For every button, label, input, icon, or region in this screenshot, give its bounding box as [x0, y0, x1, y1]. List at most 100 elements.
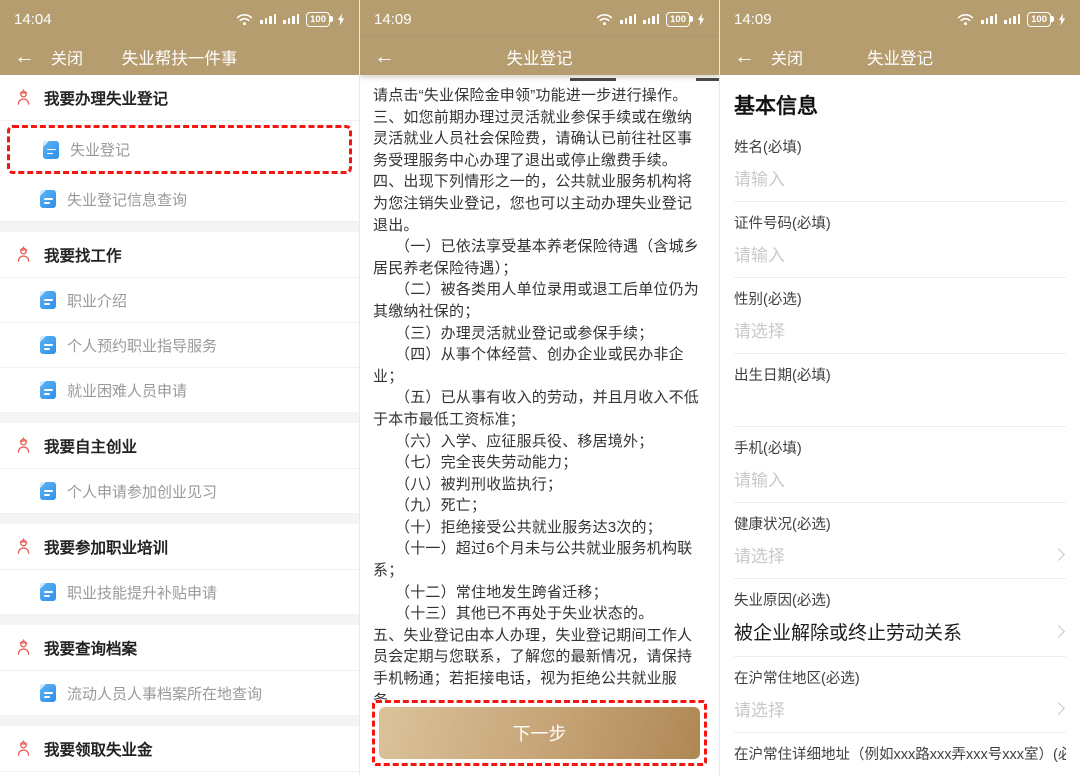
person-icon — [14, 436, 33, 455]
menu-item[interactable]: 职业技能提升补贴申请 — [0, 570, 359, 615]
service-menu-list[interactable]: 我要办理失业登记 失业登记 失业登记信息查询 我要找工作 职业介绍 个人预约职业… — [0, 75, 359, 775]
menu-section: 我要办理失业登记 失业登记 失业登记信息查询 — [0, 75, 359, 222]
menu-item[interactable]: 流动人员人事档案所在地查询 — [0, 671, 359, 716]
notice-paragraph: （九）死亡； — [373, 495, 706, 517]
field-value-row[interactable]: 请输入 — [734, 157, 1066, 202]
battery-icon: 100 — [306, 12, 330, 27]
section-header: 我要找工作 — [0, 232, 359, 278]
field-value-row[interactable]: 被企业解除或终止劳动关系 — [734, 610, 1066, 657]
menu-section: 我要找工作 职业介绍 个人预约职业指导服务 就业困难人员申请 — [0, 232, 359, 413]
menu-item[interactable]: 就业困难人员申请 — [0, 368, 359, 413]
status-icons: 100 — [596, 12, 705, 27]
field-value-row[interactable]: 请输入 — [734, 458, 1066, 503]
field-label: 健康状况(必选) — [734, 513, 1066, 534]
status-bar: 14:09 100 — [360, 0, 719, 38]
field-value-row[interactable]: 请选择 — [734, 688, 1066, 733]
section-title: 我要参加职业培训 — [44, 536, 168, 558]
notice-paragraph: 五、失业登记由本人办理，失业登记期间工作人员会定期与您联系，了解您的最新情况，请… — [373, 625, 706, 700]
menu-item[interactable]: 个人预约职业指导服务 — [0, 323, 359, 368]
next-step-button[interactable]: 下一步 — [379, 707, 700, 759]
signal-icon-2 — [283, 14, 299, 24]
wifi-icon — [236, 13, 253, 26]
nav-bar: 失业登记 ← — [360, 38, 719, 75]
notice-scroll-area[interactable]: 请点击“失业保险金申领”功能进一步进行操作。三、如您前期办理过灵活就业参保手续或… — [360, 83, 719, 700]
notice-paragraph: 三、如您前期办理过灵活就业参保手续或在缴纳灵活就业人员社会保险费，请确认已前往社… — [373, 107, 706, 172]
field-value-row[interactable] — [734, 385, 1066, 427]
menu-section: 我要领取失业金 — [0, 726, 359, 772]
section-items: 职业技能提升补贴申请 — [0, 570, 359, 615]
status-bar: 14:04 100 — [0, 0, 359, 38]
document-icon — [40, 291, 56, 309]
form-fields-list: 姓名(必填) 请输入 证件号码(必填) 请输入 性别(必选) 请选择 出生日期(… — [720, 126, 1080, 775]
basic-info-form[interactable]: 基本信息 姓名(必填) 请输入 证件号码(必填) 请输入 性别(必选) 请选择 … — [720, 75, 1080, 775]
menu-item[interactable]: 职业介绍 — [0, 278, 359, 323]
form-field: 失业原因(必选) 被企业解除或终止劳动关系 — [720, 579, 1080, 657]
field-value-row[interactable]: 请输入 — [734, 764, 1066, 775]
field-value-row[interactable]: 请输入 — [734, 233, 1066, 278]
section-separator — [0, 716, 359, 726]
back-arrow-icon[interactable]: ← — [734, 46, 755, 67]
menu-item[interactable]: 失业登记信息查询 — [0, 177, 359, 222]
section-title: 我要查询档案 — [44, 637, 137, 659]
document-icon — [40, 684, 56, 702]
section-items: 职业介绍 个人预约职业指导服务 就业困难人员申请 — [0, 278, 359, 413]
menu-item[interactable]: 个人申请参加创业见习 — [0, 469, 359, 514]
field-value-row[interactable]: 请选择 — [734, 534, 1066, 579]
wifi-icon — [596, 13, 613, 26]
section-items: 流动人员人事档案所在地查询 — [0, 671, 359, 716]
status-icons: 100 — [957, 12, 1066, 27]
close-button[interactable]: 关闭 — [51, 45, 83, 69]
notice-paragraph: （五）已从事有收入的劳动，并且月收入不低于本市最低工资标准； — [373, 387, 706, 430]
field-label: 在沪常住地区(必选) — [734, 667, 1066, 688]
notice-paragraph: 请点击“失业保险金申领”功能进一步进行操作。 — [373, 85, 706, 107]
section-title: 我要办理失业登记 — [44, 87, 168, 109]
notice-paragraph: （六）入学、应征服兵役、移居境外； — [373, 431, 706, 453]
notice-body: 请点击“失业保险金申领”功能进一步进行操作。三、如您前期办理过灵活就业参保手续或… — [360, 75, 719, 775]
clock: 14:09 — [734, 11, 772, 28]
clock: 14:09 — [374, 11, 412, 28]
section-header: 我要自主创业 — [0, 423, 359, 469]
field-value: 请选择 — [734, 317, 785, 342]
section-header: 我要领取失业金 — [0, 726, 359, 772]
close-button[interactable]: 关闭 — [771, 45, 803, 69]
phone-screen-menu: 14:04 100 失业帮扶一件事 ← 关闭 我要办理失业登记 — [0, 0, 360, 775]
chevron-right-icon — [1052, 702, 1065, 715]
notice-paragraph: （八）被判刑收监执行； — [373, 474, 706, 496]
menu-item-label: 个人申请参加创业见习 — [67, 481, 217, 502]
clipped-scroll-text — [374, 76, 705, 83]
section-separator — [0, 413, 359, 423]
form-section-heading: 基本信息 — [720, 75, 1080, 126]
back-arrow-icon[interactable]: ← — [14, 46, 35, 67]
document-icon — [40, 381, 56, 399]
menu-item-label: 失业登记信息查询 — [67, 189, 187, 210]
menu-item[interactable]: 失业登记 — [7, 125, 352, 174]
form-field: 手机(必填) 请输入 — [720, 427, 1080, 503]
chevron-right-icon — [1052, 548, 1065, 561]
field-value: 请选择 — [734, 696, 785, 721]
nav-bar: 失业登记 ← 关闭 — [720, 38, 1080, 75]
section-title: 我要领取失业金 — [44, 738, 153, 760]
menu-item-label: 流动人员人事档案所在地查询 — [67, 683, 262, 704]
field-value-row[interactable]: 请选择 — [734, 309, 1066, 354]
person-icon — [14, 245, 33, 264]
menu-item-label: 就业困难人员申请 — [67, 380, 187, 401]
nav-bar: 失业帮扶一件事 ← 关闭 — [0, 38, 359, 75]
section-title: 我要找工作 — [44, 244, 122, 266]
menu-item-label: 职业技能提升补贴申请 — [67, 582, 217, 603]
section-items: 个人申请参加创业见习 — [0, 469, 359, 514]
signal-icon — [620, 14, 636, 24]
notice-paragraph: 四、出现下列情形之一的，公共就业服务机构将为您注销失业登记，您也可以主动办理失业… — [373, 171, 706, 236]
status-icons: 100 — [236, 12, 345, 27]
section-header: 我要查询档案 — [0, 625, 359, 671]
charging-bolt-icon — [1058, 13, 1066, 26]
signal-icon-2 — [1004, 14, 1020, 24]
person-icon — [14, 638, 33, 657]
section-separator — [0, 222, 359, 232]
notice-paragraph: （十二）常住地发生跨省迁移； — [373, 582, 706, 604]
field-value: 请选择 — [734, 542, 785, 567]
document-icon — [40, 190, 56, 208]
next-button-zone: 下一步 — [360, 700, 719, 775]
back-arrow-icon[interactable]: ← — [374, 46, 395, 67]
notice-paragraph: （三）办理灵活就业登记或参保手续； — [373, 323, 706, 345]
battery-icon: 100 — [1027, 12, 1051, 27]
